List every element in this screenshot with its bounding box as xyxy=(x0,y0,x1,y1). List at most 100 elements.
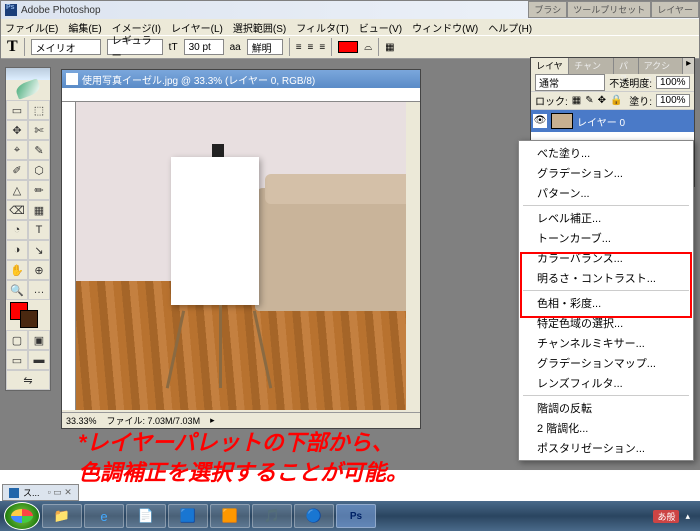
docked-tab-brush[interactable]: ブラシ xyxy=(528,1,567,18)
font-family-select[interactable]: メイリオ xyxy=(31,39,101,55)
tool-13[interactable]: T xyxy=(28,220,50,240)
opacity-value[interactable]: 100% xyxy=(656,76,690,89)
menu-filter[interactable]: フィルタ(T) xyxy=(296,20,349,35)
cm-solidcolor[interactable]: べた塗り... xyxy=(519,143,693,163)
cm-huesat[interactable]: 色相・彩度... xyxy=(519,293,693,313)
menu-select[interactable]: 選択範囲(S) xyxy=(233,20,286,35)
taskbar-app3-icon[interactable]: 🟧 xyxy=(210,504,250,528)
tool-2[interactable]: ✥ xyxy=(6,120,28,140)
taskbar-app1-icon[interactable]: 📄 xyxy=(126,504,166,528)
menu-help[interactable]: ヘルプ(H) xyxy=(488,20,532,35)
system-tray: あ般 ▴ xyxy=(653,510,696,523)
tool-17[interactable]: ⊕ xyxy=(28,260,50,280)
lock-pixels-icon[interactable]: ✎ xyxy=(585,95,593,106)
cm-levels[interactable]: レベル補正... xyxy=(519,208,693,228)
tool-19[interactable]: … xyxy=(28,280,50,300)
opacity-label: 不透明度: xyxy=(609,75,652,90)
aa-label: aa xyxy=(230,42,241,53)
tool-16[interactable]: ✋ xyxy=(6,260,28,280)
tool-9[interactable]: ✏ xyxy=(28,180,50,200)
taskbar-app2-icon[interactable]: 🟦 xyxy=(168,504,208,528)
screen-mode-2-icon[interactable]: ▬ xyxy=(28,350,50,370)
warp-text-icon[interactable]: ⌓ xyxy=(364,42,372,53)
adjustment-context-menu: べた塗り... グラデーション... パターン... レベル補正... トーンカ… xyxy=(518,140,694,461)
tool-4[interactable]: ⌖ xyxy=(6,140,28,160)
taskbar-ie-icon[interactable]: e xyxy=(84,504,124,528)
standard-mode-icon[interactable]: ▢ xyxy=(6,330,28,350)
tool-18[interactable]: 🔍 xyxy=(6,280,28,300)
minimized-tab[interactable]: ス... ▫ ▭ ✕ xyxy=(2,484,79,501)
tool-5[interactable]: ✎ xyxy=(28,140,50,160)
tool-6[interactable]: ✐ xyxy=(6,160,28,180)
cm-curves[interactable]: トーンカーブ... xyxy=(519,228,693,248)
menu-view[interactable]: ビュー(V) xyxy=(359,20,402,35)
imageready-icon[interactable]: ⇋ xyxy=(6,370,50,390)
tray-up-icon[interactable]: ▴ xyxy=(685,511,690,522)
tool-10[interactable]: ⌫ xyxy=(6,200,28,220)
start-button[interactable] xyxy=(4,502,40,530)
cm-selectivecolor[interactable]: 特定色域の選択... xyxy=(519,313,693,333)
lock-all-icon[interactable]: 🔒 xyxy=(610,95,622,106)
tool-1[interactable]: ⬚ xyxy=(28,100,50,120)
visibility-icon[interactable]: 👁 xyxy=(533,114,547,128)
toolbox-grip[interactable] xyxy=(6,68,50,80)
menu-layer[interactable]: レイヤー(L) xyxy=(171,20,223,35)
menu-edit[interactable]: 編集(E) xyxy=(68,20,101,35)
text-color-swatch[interactable] xyxy=(338,41,358,53)
cm-colorbalance[interactable]: カラーバランス... xyxy=(519,248,693,268)
taskbar-app5-icon[interactable]: 🔵 xyxy=(294,504,334,528)
taskbar-explorer-icon[interactable]: 📁 xyxy=(42,504,82,528)
fill-value[interactable]: 100% xyxy=(656,94,690,107)
tool-12[interactable]: ◔ xyxy=(6,220,28,240)
layer-item-0[interactable]: 👁 レイヤー 0 xyxy=(531,110,694,132)
lock-trans-icon[interactable]: ▦ xyxy=(572,95,581,106)
taskbar-app4-icon[interactable]: 🎵 xyxy=(252,504,292,528)
status-arrow-icon[interactable]: ▸ xyxy=(210,415,215,426)
cm-pattern[interactable]: パターン... xyxy=(519,183,693,203)
tool-3[interactable]: ✄ xyxy=(28,120,50,140)
minimized-tab-controls[interactable]: ▫ ▭ ✕ xyxy=(48,487,72,498)
lock-move-icon[interactable]: ✥ xyxy=(598,95,606,106)
tab-layers[interactable]: レイヤー xyxy=(531,58,569,74)
tool-15[interactable]: ↘ xyxy=(28,240,50,260)
align-right-icon[interactable]: ≡ xyxy=(319,42,325,53)
font-size-select[interactable]: 30 pt xyxy=(184,39,224,55)
canvas[interactable] xyxy=(76,102,406,410)
palette-icon[interactable]: ▦ xyxy=(385,42,394,53)
screen-mode-1-icon[interactable]: ▭ xyxy=(6,350,28,370)
tool-7[interactable]: ⬡ xyxy=(28,160,50,180)
cm-invert[interactable]: 階調の反転 xyxy=(519,398,693,418)
tool-11[interactable]: ▦ xyxy=(28,200,50,220)
tab-channels[interactable]: チャンネル xyxy=(569,58,614,74)
photo-content xyxy=(76,102,406,410)
docked-tab-layer[interactable]: レイヤー xyxy=(651,1,699,18)
align-left-icon[interactable]: ≡ xyxy=(296,42,302,53)
panel-menu-icon[interactable]: ▸ xyxy=(683,58,694,74)
docked-tab-toolpreset[interactable]: ツールプリセット xyxy=(567,1,651,18)
tool-0[interactable]: ▭ xyxy=(6,100,28,120)
tool-14[interactable]: ◑ xyxy=(6,240,28,260)
font-style-select[interactable]: レギュラー xyxy=(107,39,163,55)
cm-channelmixer[interactable]: チャンネルミキサー... xyxy=(519,333,693,353)
cm-gradientmap[interactable]: グラデーションマップ... xyxy=(519,353,693,373)
cm-threshold[interactable]: 2 階調化... xyxy=(519,418,693,438)
zoom-level[interactable]: 33.33% xyxy=(66,416,97,426)
cm-posterize[interactable]: ポスタリゼーション... xyxy=(519,438,693,458)
aa-select[interactable]: 鮮明 xyxy=(247,39,283,55)
layer-thumbnail[interactable] xyxy=(551,113,573,129)
background-color[interactable] xyxy=(20,310,38,328)
taskbar-photoshop-icon[interactable]: Ps xyxy=(336,504,376,528)
cm-gradient[interactable]: グラデーション... xyxy=(519,163,693,183)
ime-status[interactable]: あ般 xyxy=(653,510,679,523)
cm-brightness[interactable]: 明るさ・コントラスト... xyxy=(519,268,693,288)
quickmask-mode-icon[interactable]: ▣ xyxy=(28,330,50,350)
tab-paths[interactable]: パス xyxy=(614,58,639,74)
tab-actions[interactable]: アクション xyxy=(639,58,684,74)
align-center-icon[interactable]: ≡ xyxy=(308,42,314,53)
cm-photofilter[interactable]: レンズフィルタ... xyxy=(519,373,693,393)
menu-file[interactable]: ファイル(E) xyxy=(5,20,58,35)
tool-8[interactable]: △ xyxy=(6,180,28,200)
document-titlebar[interactable]: 使用写真イーゼル.jpg @ 33.3% (レイヤー 0, RGB/8) xyxy=(62,70,420,88)
blend-mode-select[interactable]: 通常 xyxy=(535,74,605,91)
menu-window[interactable]: ウィンドウ(W) xyxy=(412,20,478,35)
